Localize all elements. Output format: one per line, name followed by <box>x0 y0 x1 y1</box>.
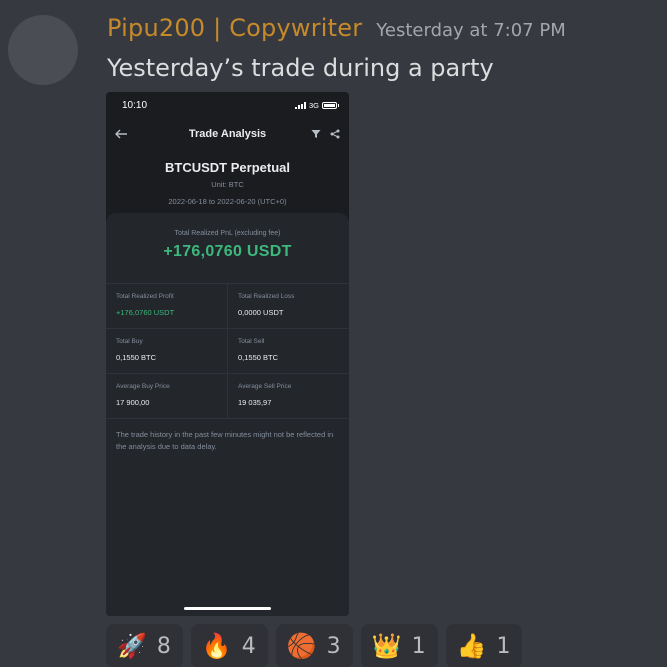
stat-label: Total Buy <box>116 338 143 345</box>
pair-unit: Unit: BTC <box>211 180 244 189</box>
back-arrow-icon[interactable] <box>115 127 128 141</box>
reaction-count: 3 <box>326 633 341 659</box>
stats-row: Total Buy 0,1550 BTC Total Sell 0,1550 B… <box>106 329 349 374</box>
share-icon[interactable] <box>330 127 340 141</box>
stat-value: 19 035,97 <box>238 398 272 407</box>
reaction-count: 1 <box>411 633 426 659</box>
stat-total-realized-loss: Total Realized Loss 0,0000 USDT <box>227 284 349 328</box>
stat-value: 0,0000 USDT <box>238 308 284 317</box>
stat-value: 0,1550 BTC <box>116 353 157 362</box>
stat-label: Total Sell <box>238 338 265 345</box>
reaction-fire[interactable]: 🔥 4 <box>190 624 268 667</box>
stats-row: Total Realized Profit +176,0760 USDT Tot… <box>106 284 349 329</box>
reaction-bar: 🚀 8 🔥 4 🏀 3 👑 1 👍 1 <box>106 624 523 667</box>
filter-icon[interactable] <box>311 127 321 141</box>
stat-total-realized-profit: Total Realized Profit +176,0760 USDT <box>106 284 227 328</box>
reaction-count: 1 <box>496 633 511 659</box>
stat-label: Average Buy Price <box>116 383 170 390</box>
home-indicator <box>184 607 271 610</box>
stat-label: Total Realized Loss <box>238 293 295 300</box>
phone-status-bar: 10:10 3G <box>106 92 349 118</box>
stat-value: 17 900,00 <box>116 398 150 407</box>
avatar[interactable] <box>8 15 78 85</box>
screenshot-attachment[interactable]: 10:10 3G Trade Analysis BTCUSDT Perpetua… <box>106 92 349 616</box>
username[interactable]: Pipu200 | Copywriter <box>107 14 362 42</box>
stat-value: 0,1550 BTC <box>238 353 279 362</box>
date-range: 2022-06-18 to 2022-06-20 (UTC+0) <box>168 197 287 206</box>
stat-label: Total Realized Profit <box>116 293 174 300</box>
message-text: Yesterday’s trade during a party <box>107 54 494 82</box>
stats-grid: Total Realized Profit +176,0760 USDT Tot… <box>106 283 349 419</box>
reaction-thumbs-up[interactable]: 👍 1 <box>445 624 523 667</box>
pair-title: BTCUSDT Perpetual <box>165 160 290 175</box>
rocket-icon: 🚀 <box>117 632 147 660</box>
message-header: Pipu200 | Copywriter Yesterday at 7:07 P… <box>107 14 566 42</box>
battery-icon <box>322 101 339 109</box>
fire-icon: 🔥 <box>201 632 232 660</box>
stat-total-sell: Total Sell 0,1550 BTC <box>227 329 349 373</box>
signal-icon <box>294 101 306 109</box>
stat-label: Average Sell Price <box>238 383 292 390</box>
basketball-icon: 🏀 <box>286 632 317 660</box>
pnl-label: Total Realized PnL (excluding fee) <box>174 230 281 237</box>
crown-icon: 👑 <box>371 632 402 660</box>
reaction-basketball[interactable]: 🏀 3 <box>275 624 353 667</box>
thumbs-up-icon: 👍 <box>456 632 487 660</box>
phone-time: 10:10 <box>122 99 148 111</box>
reaction-crown[interactable]: 👑 1 <box>360 624 438 667</box>
stat-total-buy: Total Buy 0,1550 BTC <box>106 329 227 373</box>
stat-average-sell-price: Average Sell Price 19 035,97 <box>227 374 349 418</box>
analysis-card: Total Realized PnL (excluding fee) +176,… <box>106 213 349 616</box>
stat-average-buy-price: Average Buy Price 17 900,00 <box>106 374 227 418</box>
phone-nav-bar: Trade Analysis <box>106 118 349 150</box>
reaction-count: 4 <box>241 633 256 659</box>
stats-row: Average Buy Price 17 900,00 Average Sell… <box>106 374 349 419</box>
reaction-count: 8 <box>156 633 171 659</box>
pnl-summary: Total Realized PnL (excluding fee) +176,… <box>106 213 349 283</box>
phone-status-icons: 3G <box>294 100 339 110</box>
stat-value: +176,0760 USDT <box>116 308 175 317</box>
network-label: 3G <box>308 100 319 110</box>
pnl-value: +176,0760 USDT <box>163 243 292 260</box>
pair-header: BTCUSDT Perpetual Unit: BTC 2022-06-18 t… <box>106 160 349 206</box>
data-delay-disclaimer: The trade history in the past few minute… <box>116 430 334 451</box>
reaction-rocket[interactable]: 🚀 8 <box>106 624 183 667</box>
timestamp: Yesterday at 7:07 PM <box>376 20 566 41</box>
